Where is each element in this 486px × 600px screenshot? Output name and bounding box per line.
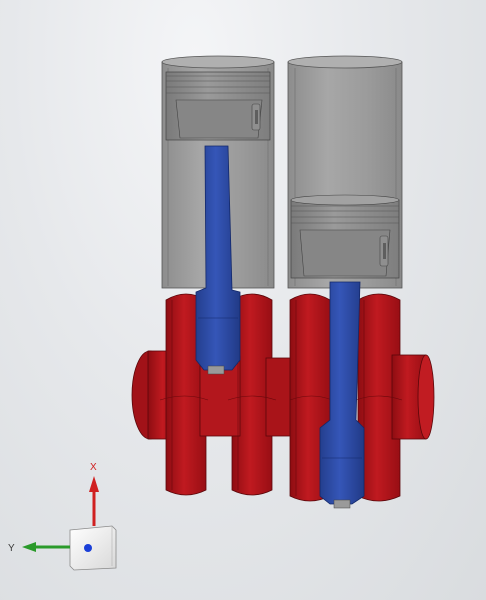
x-axis-label: X bbox=[90, 462, 97, 473]
cad-scene[interactable]: X Y bbox=[0, 0, 486, 600]
x-axis-arrow[interactable] bbox=[89, 476, 99, 526]
y-axis-arrow[interactable] bbox=[22, 542, 70, 552]
view-triad[interactable]: X Y bbox=[8, 462, 117, 571]
z-axis-marker[interactable] bbox=[84, 544, 92, 552]
y-axis-label: Y bbox=[8, 543, 15, 554]
piston-2[interactable] bbox=[290, 194, 400, 279]
graphics-viewport[interactable]: X Y bbox=[0, 0, 486, 600]
piston-1[interactable] bbox=[165, 71, 271, 141]
crankshaft[interactable] bbox=[131, 293, 435, 502]
